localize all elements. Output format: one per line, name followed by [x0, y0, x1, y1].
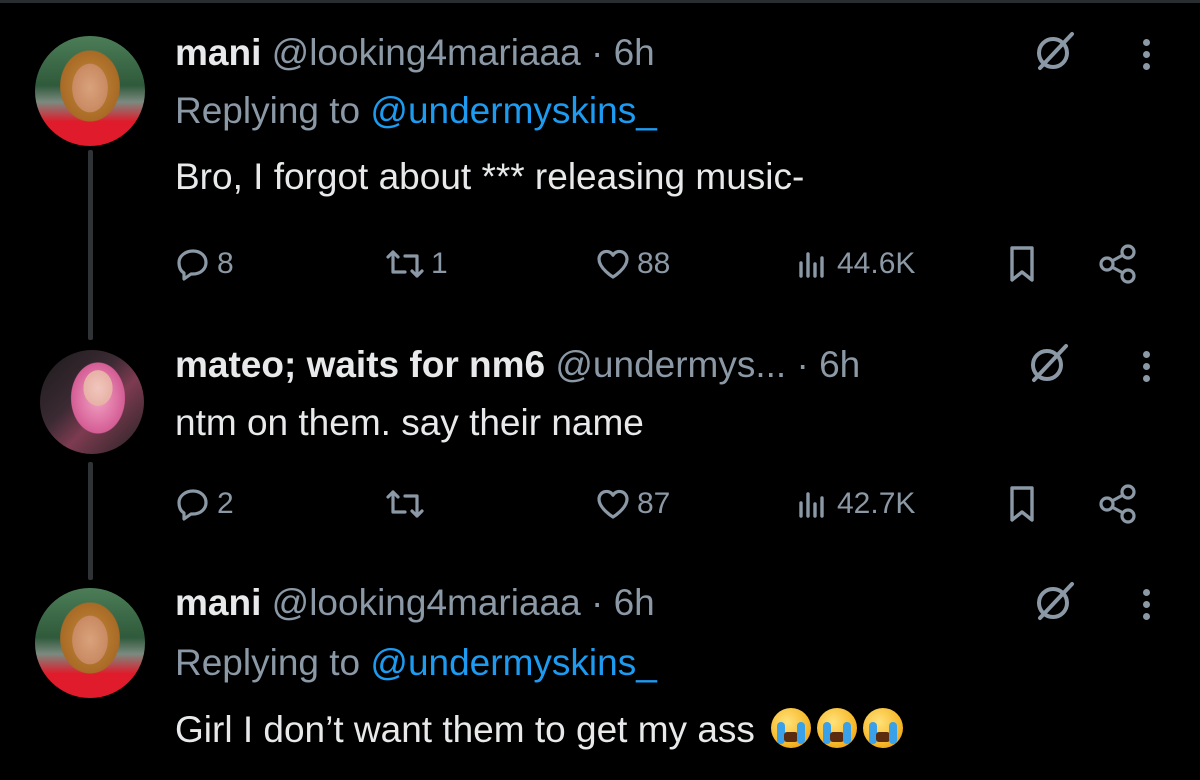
- separator-dot: ·: [590, 582, 604, 623]
- replying-label: Replying to: [175, 642, 361, 683]
- views-icon: [799, 492, 824, 518]
- reply-count: 2: [217, 487, 234, 520]
- repost-icon: [386, 250, 424, 278]
- tweet-actions: 2 87 42.7K: [175, 481, 1145, 527]
- separator-dot: ·: [590, 32, 604, 73]
- bookmark-icon: [1010, 246, 1034, 282]
- views-count: 42.7K: [837, 487, 916, 520]
- thread-line: [88, 150, 93, 340]
- loudly-crying-face-emoji: [863, 708, 904, 748]
- avatar[interactable]: [35, 36, 145, 146]
- author-handle[interactable]: @undermys...: [555, 344, 786, 385]
- repost-button[interactable]: [385, 481, 431, 527]
- tweet-text-container: Girl I don’t want them to get my ass: [175, 708, 904, 751]
- heart-icon: [597, 249, 629, 279]
- replying-label: Replying to: [175, 90, 361, 131]
- timestamp[interactable]: 6h: [819, 344, 860, 385]
- views-button[interactable]: 44.6K: [795, 241, 915, 287]
- tweet-text: Girl I don’t want them to get my ass: [175, 709, 755, 750]
- grok-icon[interactable]: [1032, 578, 1078, 624]
- author-handle[interactable]: @looking4mariaaa: [272, 32, 581, 73]
- reply-count: 8: [217, 247, 234, 280]
- more-icon[interactable]: [1140, 34, 1152, 80]
- timestamp[interactable]: 6h: [614, 582, 655, 623]
- share-button[interactable]: [1097, 481, 1139, 527]
- bookmark-button[interactable]: [1005, 241, 1039, 287]
- like-count: 87: [637, 487, 671, 520]
- like-count: 88: [637, 247, 671, 280]
- more-icon[interactable]: [1140, 584, 1152, 630]
- loudly-crying-face-emoji: [771, 708, 812, 748]
- views-count: 44.6K: [837, 247, 916, 280]
- like-button[interactable]: 88: [595, 241, 670, 287]
- like-button[interactable]: 87: [595, 481, 670, 527]
- timestamp[interactable]: 6h: [614, 32, 655, 73]
- repost-icon: [386, 490, 424, 518]
- tweet-actions: 8 1 88 44.6K: [175, 241, 1145, 287]
- author-handle[interactable]: @looking4mariaaa: [272, 582, 581, 623]
- avatar[interactable]: [40, 350, 144, 454]
- views-button[interactable]: 42.7K: [795, 481, 915, 527]
- reply-icon: [177, 249, 208, 281]
- thread-line: [88, 462, 93, 580]
- author-name[interactable]: mani: [175, 32, 261, 73]
- replying-to: Replying to @undermyskins_: [175, 642, 657, 684]
- tweet-header: mani @looking4mariaaa · 6h: [175, 582, 655, 624]
- avatar[interactable]: [35, 588, 145, 698]
- replying-mention[interactable]: @undermyskins_: [370, 642, 656, 683]
- heart-icon: [597, 489, 629, 519]
- grok-icon[interactable]: [1026, 340, 1072, 386]
- bookmark-button[interactable]: [1005, 481, 1039, 527]
- more-icon[interactable]: [1140, 346, 1152, 392]
- share-button[interactable]: [1097, 241, 1139, 287]
- loudly-crying-face-emoji: [817, 708, 858, 748]
- separator-dot: ·: [796, 344, 809, 385]
- tweet-text: ntm on them. say their name: [175, 402, 644, 443]
- reply-button[interactable]: 2: [175, 481, 234, 527]
- replying-to: Replying to @undermyskins_: [175, 90, 657, 132]
- share-icon: [1099, 244, 1136, 284]
- repost-button[interactable]: 1: [385, 241, 448, 287]
- grok-icon[interactable]: [1032, 28, 1078, 74]
- author-name[interactable]: mateo; waits for nm6: [175, 344, 545, 385]
- reply-icon: [177, 489, 208, 521]
- replying-mention[interactable]: @undermyskins_: [370, 90, 656, 131]
- share-icon: [1099, 484, 1136, 524]
- bookmark-icon: [1010, 486, 1034, 522]
- views-icon: [799, 252, 824, 278]
- tweet-header: mani @looking4mariaaa · 6h: [175, 32, 655, 74]
- repost-count: 1: [431, 247, 448, 280]
- author-name[interactable]: mani: [175, 582, 261, 623]
- top-divider: [0, 0, 1200, 3]
- tweet-text: Bro, I forgot about *** releasing music-: [175, 156, 805, 197]
- reply-button[interactable]: 8: [175, 241, 234, 287]
- tweet-header: mateo; waits for nm6 @undermys... · 6h: [175, 344, 860, 386]
